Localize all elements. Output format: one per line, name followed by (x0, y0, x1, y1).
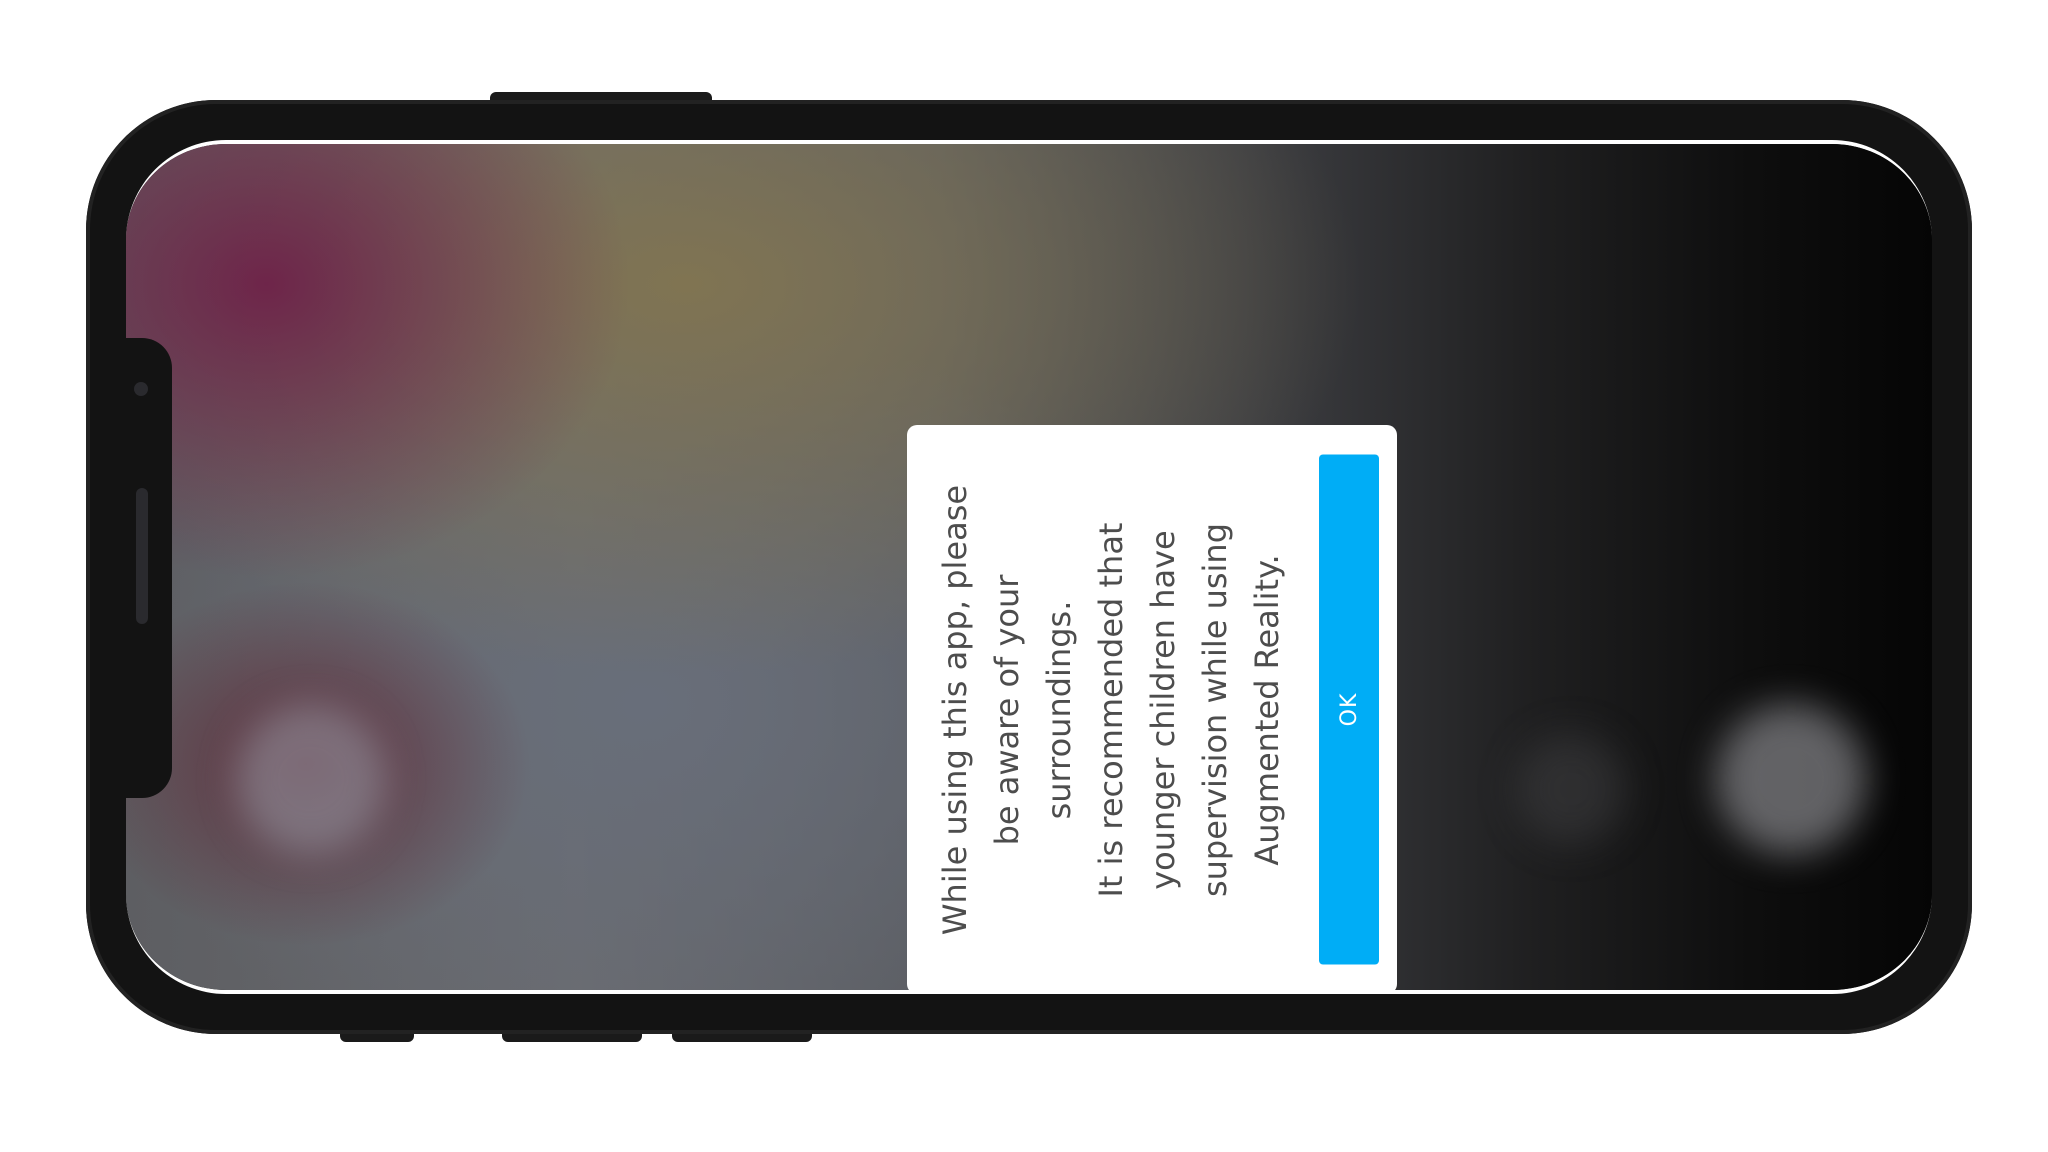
blurred-center-control (1516, 734, 1626, 844)
blurred-right-control (1716, 704, 1866, 854)
ok-button[interactable]: OK (1319, 454, 1379, 964)
blurred-left-control (236, 704, 386, 854)
message-line: be aware of your (988, 574, 1026, 845)
message-line: While using this app, please (936, 484, 974, 935)
message-line: younger children have (1144, 529, 1182, 890)
safety-warning-dialog: While using this app, please be aware of… (907, 425, 1397, 990)
message-line: surroundings. (1040, 600, 1078, 819)
message-line: supervision while using (1196, 522, 1234, 897)
earpiece-speaker (136, 488, 148, 624)
dialog-content: While using this app, please be aware of… (907, 425, 1397, 990)
dialog-message: While using this app, please be aware of… (929, 451, 1301, 968)
message-line: It is recommended that (1092, 522, 1130, 897)
phone-screen: While using this app, please be aware of… (126, 140, 1932, 994)
phone-frame: While using this app, please be aware of… (86, 100, 1972, 1034)
phone-notch (126, 338, 172, 798)
front-camera-icon (134, 382, 148, 396)
message-line: Augmented Reality. (1248, 553, 1286, 866)
canvas: While using this app, please be aware of… (0, 0, 2048, 1152)
